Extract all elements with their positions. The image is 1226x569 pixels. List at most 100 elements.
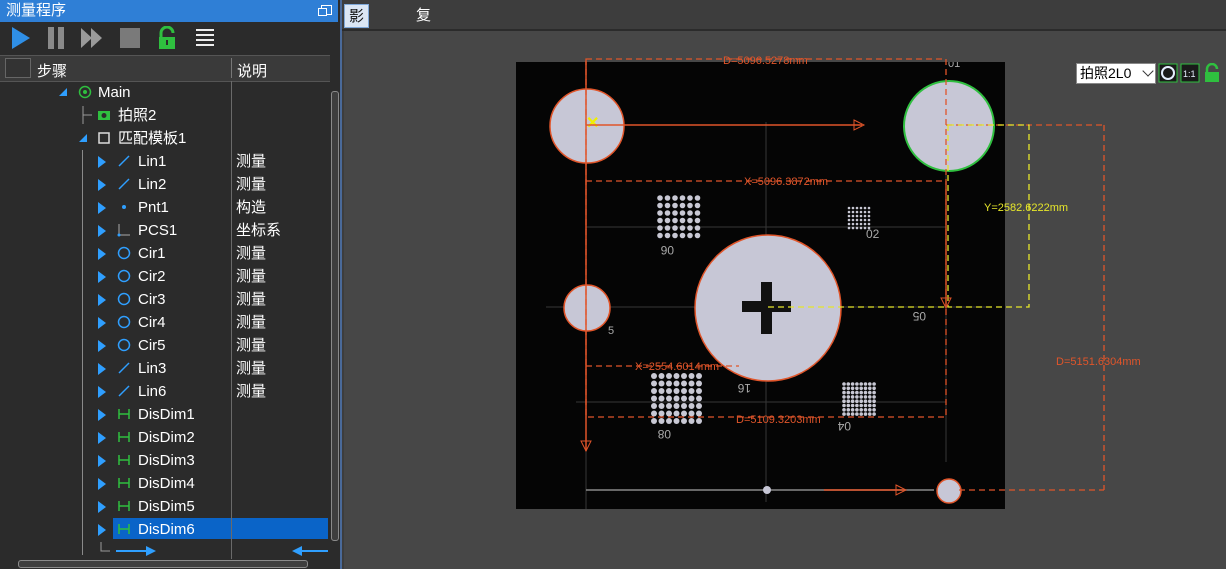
capture-select-value: 拍照2L0 xyxy=(1080,65,1132,81)
collapse-arrow-icon[interactable] xyxy=(97,524,107,536)
tree-row[interactable]: Lin1 测量 xyxy=(0,150,330,173)
tree-row-desc: 测量 xyxy=(236,245,267,262)
vertical-scrollbar[interactable] xyxy=(330,55,340,559)
expand-arrow-icon[interactable] xyxy=(58,87,68,97)
tree-row-label: Lin3 xyxy=(138,360,167,377)
play-icon[interactable] xyxy=(8,26,32,50)
collapse-arrow-icon[interactable] xyxy=(97,478,107,490)
collapse-arrow-icon[interactable] xyxy=(97,386,107,398)
tree-row[interactable]: Pnt1 构造 xyxy=(0,196,330,219)
scroll-thumb-h[interactable] xyxy=(18,560,308,568)
tree-row-desc: 测量 xyxy=(236,337,267,354)
tree-row[interactable]: Cir5 测量 xyxy=(0,334,330,357)
tree-row[interactable]: DisDim2 xyxy=(0,426,330,449)
tab-remeasure-window[interactable]: 复测窗口 xyxy=(412,4,435,96)
collapse-arrow-icon[interactable] xyxy=(97,179,107,191)
fit-view-icon[interactable] xyxy=(1158,63,1178,83)
tree-row[interactable]: DisDim4 xyxy=(0,472,330,495)
pin-icon[interactable] xyxy=(318,5,332,16)
tree-guide-line xyxy=(82,150,83,555)
collapse-arrow-icon[interactable] xyxy=(97,363,107,375)
expand-arrow-icon[interactable] xyxy=(78,133,88,143)
tree-row-label: 拍照2 xyxy=(118,107,157,124)
tree-row[interactable]: Main xyxy=(0,81,330,104)
tree-row[interactable]: DisDim6 xyxy=(0,518,330,541)
tree-row-label: Lin1 xyxy=(138,153,167,170)
dimension-icon xyxy=(117,499,131,513)
tree-row[interactable]: 匹配模板1 xyxy=(0,127,330,150)
arrow-left-icon xyxy=(292,546,302,556)
stop-icon[interactable] xyxy=(118,26,142,50)
collapse-arrow-icon[interactable] xyxy=(97,248,107,260)
tree-row-label: Pnt1 xyxy=(138,199,169,216)
point-icon xyxy=(117,200,131,214)
tree-row[interactable]: DisDim1 xyxy=(0,403,330,426)
column-divider xyxy=(231,58,232,78)
program-tree: Main 拍照2 匹配模板1 Lin1 测量 Lin2 测量 Pnt1 构造 PCS1 坐标系 Cir… xyxy=(0,81,330,559)
collapse-arrow-icon[interactable] xyxy=(97,317,107,329)
panel-title: 测量程序 xyxy=(6,2,67,19)
tree-row[interactable]: Lin2 测量 xyxy=(0,173,330,196)
tree-row-label: Cir2 xyxy=(138,268,166,285)
tab-image-window[interactable]: 影像窗口 xyxy=(344,4,370,97)
tree-row[interactable]: Cir3 测量 xyxy=(0,288,330,311)
unlock-icon[interactable] xyxy=(155,26,179,50)
circle-icon xyxy=(117,315,131,329)
label-y-right: Y=2582.6222mm xyxy=(984,202,1068,214)
column-step[interactable]: 步骤 xyxy=(37,60,67,81)
pause-icon[interactable] xyxy=(44,26,68,50)
label-x-mid: X=5096.3872mm xyxy=(744,176,828,188)
collapse-arrow-icon[interactable] xyxy=(97,501,107,513)
chevron-down-icon xyxy=(1142,65,1154,77)
column-desc[interactable]: 说明 xyxy=(237,60,267,81)
image-panel: 影像窗口 复测窗口 06 02 05 16 08 xyxy=(340,0,1226,569)
unlock-icon[interactable] xyxy=(1202,63,1222,83)
collapse-arrow-icon[interactable] xyxy=(97,432,107,444)
tree-row[interactable]: Cir1 测量 xyxy=(0,242,330,265)
collapse-arrow-icon[interactable] xyxy=(97,340,107,352)
horizontal-scrollbar[interactable] xyxy=(0,559,340,569)
tree-row-label: Cir1 xyxy=(138,245,166,262)
collapse-arrow-icon[interactable] xyxy=(97,294,107,306)
collapse-arrow-icon[interactable] xyxy=(97,156,107,168)
main-icon xyxy=(78,85,92,99)
tree-row[interactable]: Cir4 测量 xyxy=(0,311,330,334)
tree-row[interactable]: Lin3 测量 xyxy=(0,357,330,380)
tree-row[interactable]: Lin6 测量 xyxy=(0,380,330,403)
tree-row-desc: 构造 xyxy=(236,199,267,216)
collapse-arrow-icon[interactable] xyxy=(97,455,107,467)
line-icon xyxy=(117,361,131,375)
collapse-arrow-icon[interactable] xyxy=(97,202,107,214)
svg-text:1:1: 1:1 xyxy=(1183,69,1196,79)
tree-row-label: Cir5 xyxy=(138,337,166,354)
collapse-arrow-icon[interactable] xyxy=(97,225,107,237)
tree-row[interactable]: 拍照2 xyxy=(0,104,330,127)
tree-row-label: DisDim1 xyxy=(138,406,195,423)
image-canvas[interactable]: 06 02 05 16 08 04 5 01 ✕ D=5096.5278mm X… xyxy=(344,31,1226,569)
dimension-icon xyxy=(117,407,131,421)
tree-row[interactable]: PCS1 坐标系 xyxy=(0,219,330,242)
dimension-icon xyxy=(117,522,131,536)
list-icon[interactable] xyxy=(193,26,217,50)
tree-row-desc: 测量 xyxy=(236,383,267,400)
scroll-thumb[interactable] xyxy=(331,91,339,541)
tree-row[interactable]: Cir2 测量 xyxy=(0,265,330,288)
actual-size-icon[interactable]: 1:1 xyxy=(1180,63,1200,83)
tree-row-label: DisDim3 xyxy=(138,452,195,469)
circle-icon xyxy=(117,338,131,352)
collapse-arrow-icon[interactable] xyxy=(97,409,107,421)
tree-row-label: Lin6 xyxy=(138,383,167,400)
header-corner xyxy=(5,58,31,78)
template-icon xyxy=(97,131,111,145)
circle-icon xyxy=(117,292,131,306)
collapse-arrow-icon[interactable] xyxy=(97,271,107,283)
tree-row[interactable]: DisDim5 xyxy=(0,495,330,518)
tree-row[interactable]: DisDim3 xyxy=(0,449,330,472)
step-forward-icon[interactable] xyxy=(80,26,104,50)
dimension-icon xyxy=(117,453,131,467)
dimension-icon xyxy=(117,430,131,444)
program-toolbar xyxy=(0,22,338,54)
panel-title-bar: 测量程序 xyxy=(0,0,338,22)
capture-select[interactable]: 拍照2L0 xyxy=(1076,63,1156,84)
line-icon xyxy=(117,384,131,398)
